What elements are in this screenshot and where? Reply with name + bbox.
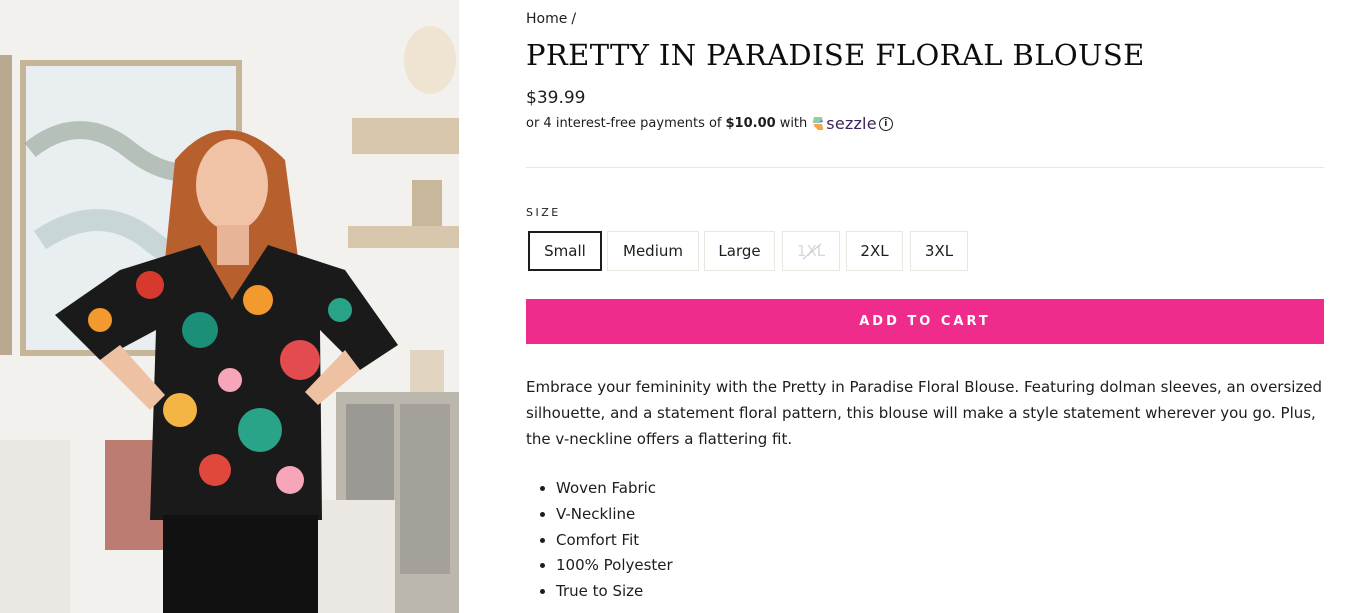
product-title: PRETTY IN PARADISE FLORAL BLOUSE [526,38,1145,72]
divider [526,167,1324,168]
breadcrumb: Home / [526,11,576,27]
add-to-cart-button[interactable]: ADD TO CART [526,299,1324,344]
size-option-large[interactable]: Large [704,231,775,271]
list-item: V-Neckline [556,502,673,528]
list-item: 100% Polyester [556,553,673,579]
product-price: $39.99 [526,88,586,108]
sezzle-brand: sezzle [826,114,877,133]
info-icon[interactable]: i [878,116,893,131]
size-option-3xl[interactable]: 3XL [910,231,968,271]
size-option-2xl[interactable]: 2XL [846,231,903,271]
sezzle-with: with [779,116,808,131]
breadcrumb-separator: / [571,11,577,27]
size-option-medium[interactable]: Medium [607,231,699,271]
list-item: Comfort Fit [556,528,673,554]
size-option-1xl[interactable]: 1XL [782,231,840,271]
product-description: Embrace your femininity with the Pretty … [526,378,1323,448]
sezzle-prefix: or 4 interest-free payments of [526,116,722,131]
sezzle-amount: $10.00 [725,116,776,131]
sezzle-logo-icon [812,117,824,130]
model-photo [0,0,459,613]
sezzle-logo[interactable]: sezzle [811,114,877,133]
list-item: True to Size [556,579,673,605]
feature-list: Woven Fabric V-Neckline Comfort Fit 100%… [526,476,673,605]
size-label: SIZE [526,206,561,219]
product-image[interactable] [0,0,459,613]
list-item: Woven Fabric [556,476,673,502]
size-option-small[interactable]: Small [528,231,602,271]
sezzle-installments[interactable]: or 4 interest-free payments of $10.00 wi… [526,114,893,133]
breadcrumb-home-link[interactable]: Home [526,11,567,27]
